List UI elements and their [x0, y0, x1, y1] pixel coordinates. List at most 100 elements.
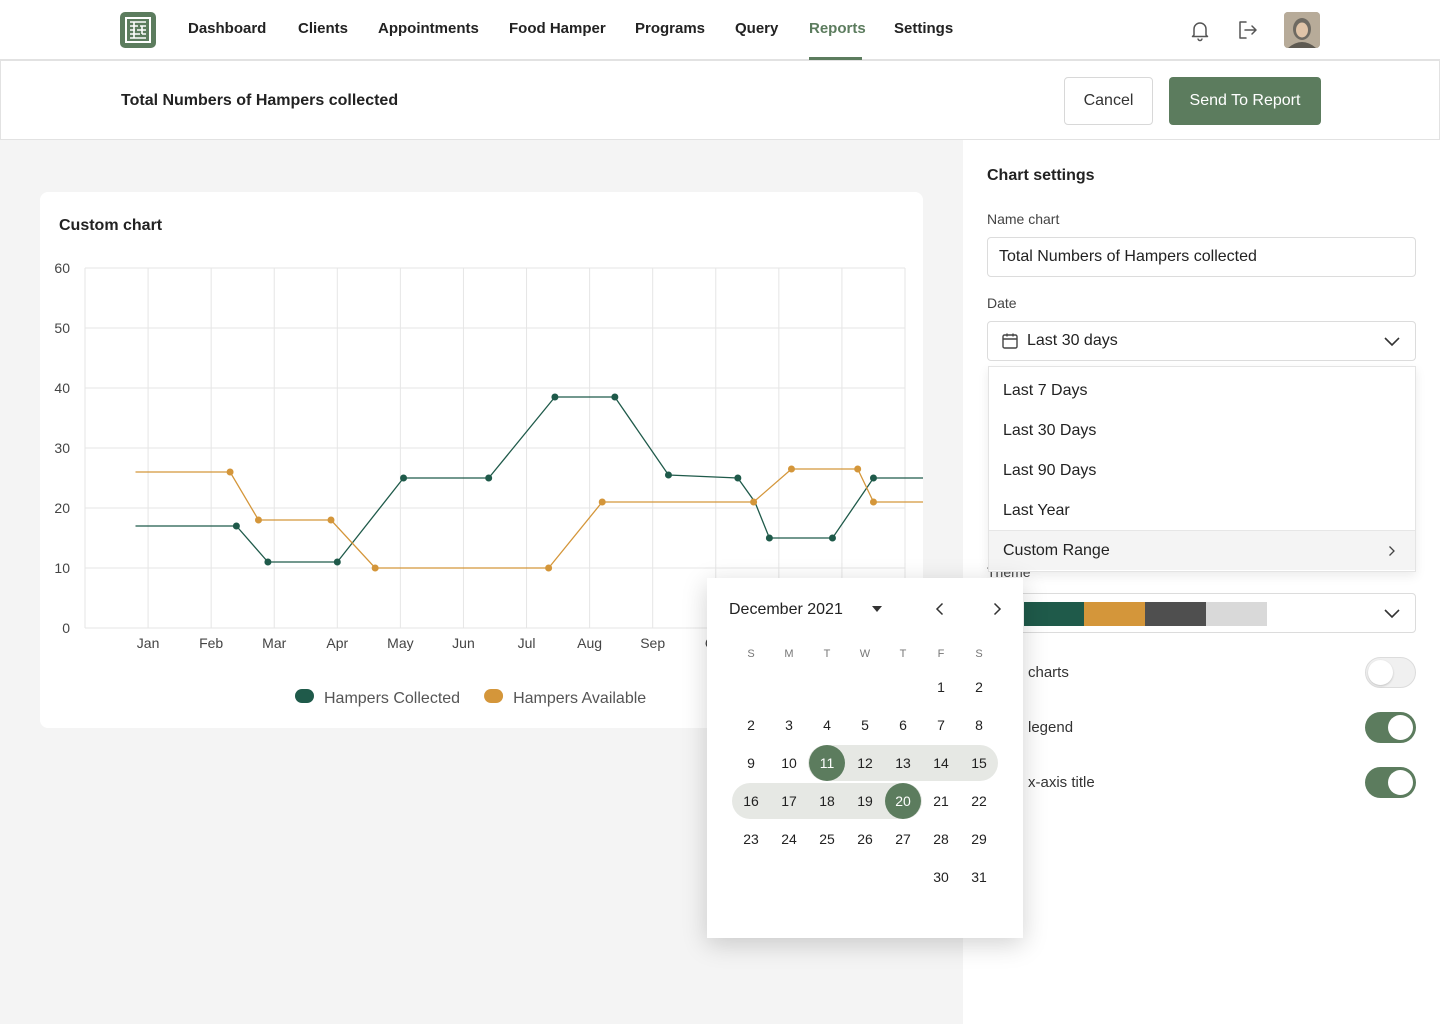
nav-dashboard[interactable]: Dashboard — [188, 20, 266, 37]
theme-select[interactable] — [987, 593, 1416, 633]
next-month-icon[interactable] — [992, 602, 1002, 616]
page-title: Total Numbers of Hampers collected — [121, 92, 399, 109]
settings-title: Chart settings — [987, 167, 1095, 184]
calendar-day[interactable]: 17 — [771, 783, 807, 819]
calendar-day[interactable]: 10 — [771, 745, 807, 781]
calendar-day[interactable]: 19 — [847, 783, 883, 819]
x-tick-label: May — [387, 635, 413, 651]
date-option[interactable]: Last 30 Days — [989, 411, 1415, 451]
data-point — [371, 564, 379, 572]
calendar-day[interactable]: 2 — [961, 669, 997, 705]
user-avatar[interactable] — [1284, 12, 1320, 48]
date-option[interactable]: Last Year — [989, 491, 1415, 531]
calendar-day[interactable]: 7 — [923, 707, 959, 743]
chart-name-input[interactable] — [987, 237, 1416, 277]
calendar-day[interactable]: 31 — [961, 859, 997, 895]
y-tick-label: 10 — [54, 560, 70, 576]
theme-swatch — [1145, 602, 1206, 626]
toggle-x-axis-title[interactable] — [1365, 767, 1416, 798]
data-point — [854, 465, 862, 473]
data-point — [333, 558, 341, 566]
y-tick-label: 50 — [54, 320, 70, 336]
y-tick-label: 40 — [54, 380, 70, 396]
chart-settings-panel: Chart settings Name chart Date Last 30 d… — [963, 140, 1440, 1024]
weekday-header: S — [975, 648, 983, 660]
prev-month-icon[interactable] — [935, 602, 945, 616]
nav-query[interactable]: Query — [735, 20, 778, 37]
name-chart-label: Name chart — [987, 211, 1060, 227]
toggle-legend[interactable] — [1365, 712, 1416, 743]
toggle-knob — [1388, 770, 1413, 795]
calendar-day[interactable]: 23 — [733, 821, 769, 857]
calendar-day[interactable]: 13 — [885, 745, 921, 781]
send-to-report-button[interactable]: Send To Report — [1169, 77, 1321, 125]
calendar-day[interactable]: 26 — [847, 821, 883, 857]
calendar-day[interactable]: 27 — [885, 821, 921, 857]
calendar-day[interactable]: 20 — [885, 783, 921, 819]
data-point — [664, 471, 672, 479]
legend-label: Hampers Collected — [324, 690, 460, 707]
calendar-day[interactable]: 1 — [923, 669, 959, 705]
date-options-menu: Last 7 Days Last 30 Days Last 90 Days La… — [988, 366, 1416, 572]
calendar-day[interactable]: 3 — [771, 707, 807, 743]
nav-reports[interactable]: Reports — [809, 20, 866, 37]
weekday-header: S — [747, 648, 755, 660]
calendar-day[interactable]: 5 — [847, 707, 883, 743]
nav-settings[interactable]: Settings — [894, 20, 953, 37]
date-option[interactable]: Last 90 Days — [989, 451, 1415, 491]
weekday-header: F — [937, 648, 945, 660]
calendar-day[interactable]: 22 — [961, 783, 997, 819]
toggle-label-legend: legend — [1028, 719, 1074, 736]
calendar-day[interactable]: 30 — [923, 859, 959, 895]
data-point — [254, 516, 262, 524]
calendar-day[interactable]: 18 — [809, 783, 845, 819]
theme-swatch — [1206, 602, 1267, 626]
chevron-down-icon — [1384, 609, 1400, 619]
data-point — [400, 474, 408, 482]
nav-clients[interactable]: Clients — [298, 20, 348, 37]
calendar-day[interactable]: 29 — [961, 821, 997, 857]
custom-range-label: Custom Range — [1003, 542, 1110, 559]
date-option-custom-range[interactable]: Custom Range — [989, 530, 1415, 570]
data-point — [545, 564, 553, 572]
calendar-day[interactable]: 12 — [847, 745, 883, 781]
data-point — [485, 474, 493, 482]
toggle-knob — [1368, 660, 1393, 685]
theme-swatch — [1024, 602, 1084, 626]
cancel-button[interactable]: Cancel — [1064, 77, 1153, 125]
calendar-month-label[interactable]: December 2021 — [729, 601, 843, 619]
calendar-day[interactable]: 15 — [961, 745, 997, 781]
calendar-day[interactable]: 6 — [885, 707, 921, 743]
calendar-day[interactable]: 16 — [733, 783, 769, 819]
logout-icon[interactable] — [1236, 18, 1260, 42]
bell-icon[interactable] — [1188, 18, 1212, 42]
date-select[interactable]: Last 30 days — [987, 321, 1416, 361]
date-range-calendar: December 2021 S M T W T F S 1 2 2 3 4 5 6 7 8 9 10 11 12 13 1… — [707, 578, 1023, 938]
calendar-day[interactable]: 28 — [923, 821, 959, 857]
top-navigation: Dashboard Clients Appointments Food Hamp… — [0, 0, 1440, 60]
app-logo[interactable] — [120, 12, 156, 48]
calendar-day[interactable]: 24 — [771, 821, 807, 857]
series-line — [135, 396, 923, 563]
weekday-header: W — [859, 648, 871, 660]
calendar-day[interactable]: 9 — [733, 745, 769, 781]
nav-appointments[interactable]: Appointments — [378, 20, 479, 37]
calendar-day[interactable]: 11 — [809, 745, 845, 781]
caret-down-icon[interactable] — [872, 606, 882, 612]
theme-swatch — [1084, 602, 1145, 626]
y-tick-label: 60 — [54, 260, 70, 276]
x-tick-label: Apr — [326, 635, 348, 651]
calendar-day[interactable]: 4 — [809, 707, 845, 743]
calendar-day[interactable]: 25 — [809, 821, 845, 857]
chevron-down-icon — [1384, 337, 1400, 347]
x-tick-label: Mar — [262, 635, 286, 651]
toggle-charts[interactable] — [1365, 657, 1416, 688]
date-option[interactable]: Last 7 Days — [989, 371, 1415, 411]
calendar-day[interactable]: 8 — [961, 707, 997, 743]
calendar-day[interactable]: 14 — [923, 745, 959, 781]
nav-programs[interactable]: Programs — [635, 20, 705, 37]
calendar-day[interactable]: 2 — [733, 707, 769, 743]
calendar-day[interactable]: 21 — [923, 783, 959, 819]
x-tick-label: Sep — [640, 635, 665, 651]
nav-food-hamper[interactable]: Food Hamper — [509, 20, 606, 37]
